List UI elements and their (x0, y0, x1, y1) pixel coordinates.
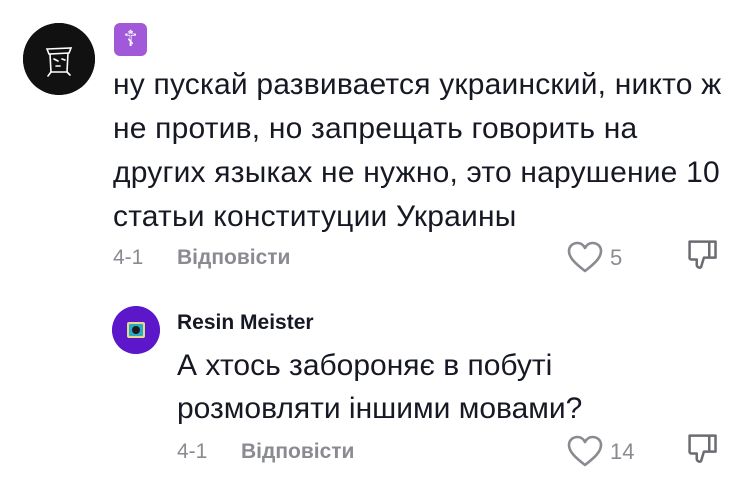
reply-text: А хтось забороняє в побуті розмовляти ін… (177, 349, 583, 425)
thumbs-down-icon (688, 240, 717, 269)
reply-dislike-button[interactable] (684, 432, 722, 471)
reply-like-button[interactable] (566, 434, 604, 473)
heart-icon (567, 241, 603, 273)
heart-icon (567, 435, 603, 467)
comment-text: ну пускай развивается украинский, никто … (113, 68, 722, 233)
reply-to-reply-button[interactable]: Відповісти (241, 440, 354, 464)
reply-author-name[interactable]: Resin Meister (177, 311, 314, 335)
like-count: 5 (610, 245, 623, 270)
reply-date: 4-1 (177, 440, 208, 463)
dislike-button[interactable] (684, 238, 722, 277)
thumbs-down-icon (688, 434, 717, 463)
avatar-image-icon (112, 306, 160, 354)
comment-date: 4-1 (113, 246, 144, 269)
reply-author-avatar[interactable] (112, 306, 160, 354)
like-button[interactable] (566, 240, 604, 279)
reply-button[interactable]: Відповісти (177, 246, 290, 270)
commenter-avatar[interactable] (23, 23, 95, 95)
reply-like-count: 14 (610, 439, 635, 464)
religious-badge-icon: ☦ (114, 23, 147, 56)
avatar-drawing-icon (23, 23, 95, 95)
